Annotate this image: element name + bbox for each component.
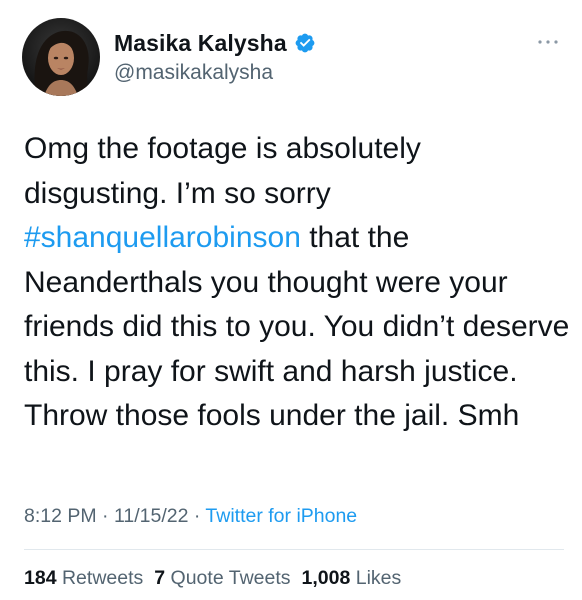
hashtag-link[interactable]: #shanquellarobinson: [24, 221, 301, 254]
tweet-date[interactable]: 11/15/22: [114, 505, 188, 527]
divider: [24, 549, 564, 550]
more-options-button[interactable]: [534, 32, 562, 52]
name-row: Masika Kalysha: [114, 28, 316, 58]
tweet-text-part: Omg the footage is absolutely disgusting…: [24, 132, 421, 210]
likes-stat[interactable]: 1,008 Likes: [302, 567, 402, 590]
engagement-stats: 184 Retweets 7 Quote Tweets 1,008 Likes: [24, 567, 401, 590]
meta-separator: ·: [96, 505, 114, 527]
avatar[interactable]: [22, 18, 100, 96]
author-block: Masika Kalysha @masikakalysha: [114, 28, 316, 85]
retweets-stat[interactable]: 184 Retweets: [24, 567, 143, 590]
verified-badge-icon: [294, 32, 316, 54]
tweet-meta: 8:12 PM · 11/15/22 · Twitter for iPhone: [24, 505, 357, 528]
tweet-card: Masika Kalysha @masikakalysha Omg the fo…: [0, 0, 582, 600]
quote-tweets-stat[interactable]: 7 Quote Tweets: [154, 567, 290, 590]
retweets-label: Retweets: [61, 567, 144, 589]
meta-separator: ·: [188, 505, 206, 527]
profile-photo: [22, 18, 100, 96]
handle[interactable]: @masikakalysha: [114, 61, 316, 85]
quote-tweets-count: 7: [154, 567, 166, 589]
tweet-time[interactable]: 8:12 PM: [24, 505, 97, 527]
likes-count: 1,008: [301, 567, 351, 589]
tweet-text: Omg the footage is absolutely disgusting…: [24, 127, 572, 439]
retweets-count: 184: [24, 567, 57, 589]
tweet-source-link[interactable]: Twitter for iPhone: [205, 505, 357, 527]
display-name[interactable]: Masika Kalysha: [114, 30, 287, 57]
quote-tweets-label: Quote Tweets: [170, 567, 291, 589]
ellipsis-icon: [538, 40, 558, 44]
likes-label: Likes: [355, 567, 402, 589]
